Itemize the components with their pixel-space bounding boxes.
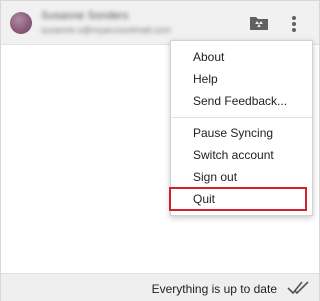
menu-item-switch-account[interactable]: Switch account <box>171 144 312 166</box>
drive-folder-icon[interactable] <box>249 14 269 32</box>
menu-item-send-feedback[interactable]: Send Feedback... <box>171 90 312 112</box>
double-check-icon <box>287 279 311 297</box>
menu-divider <box>171 117 312 118</box>
menu-item-quit[interactable]: Quit <box>171 188 312 210</box>
more-vertical-icon[interactable] <box>284 12 304 34</box>
status-text: Everything is up to date <box>151 282 277 296</box>
status-bar: Everything is up to date <box>1 273 319 301</box>
overflow-menu: About Help Send Feedback... Pause Syncin… <box>170 40 313 216</box>
menu-item-pause-syncing[interactable]: Pause Syncing <box>171 122 312 144</box>
menu-item-sign-out[interactable]: Sign out <box>171 166 312 188</box>
avatar[interactable] <box>10 12 32 34</box>
app-window: Susanne Sonders susanne.s@myaccountmail.… <box>0 0 320 301</box>
menu-item-help[interactable]: Help <box>171 68 312 90</box>
account-email: susanne.s@myaccountmail.com <box>41 25 171 35</box>
account-name: Susanne Sonders <box>41 10 129 22</box>
menu-item-about[interactable]: About <box>171 46 312 68</box>
account-header: Susanne Sonders susanne.s@myaccountmail.… <box>1 1 319 45</box>
